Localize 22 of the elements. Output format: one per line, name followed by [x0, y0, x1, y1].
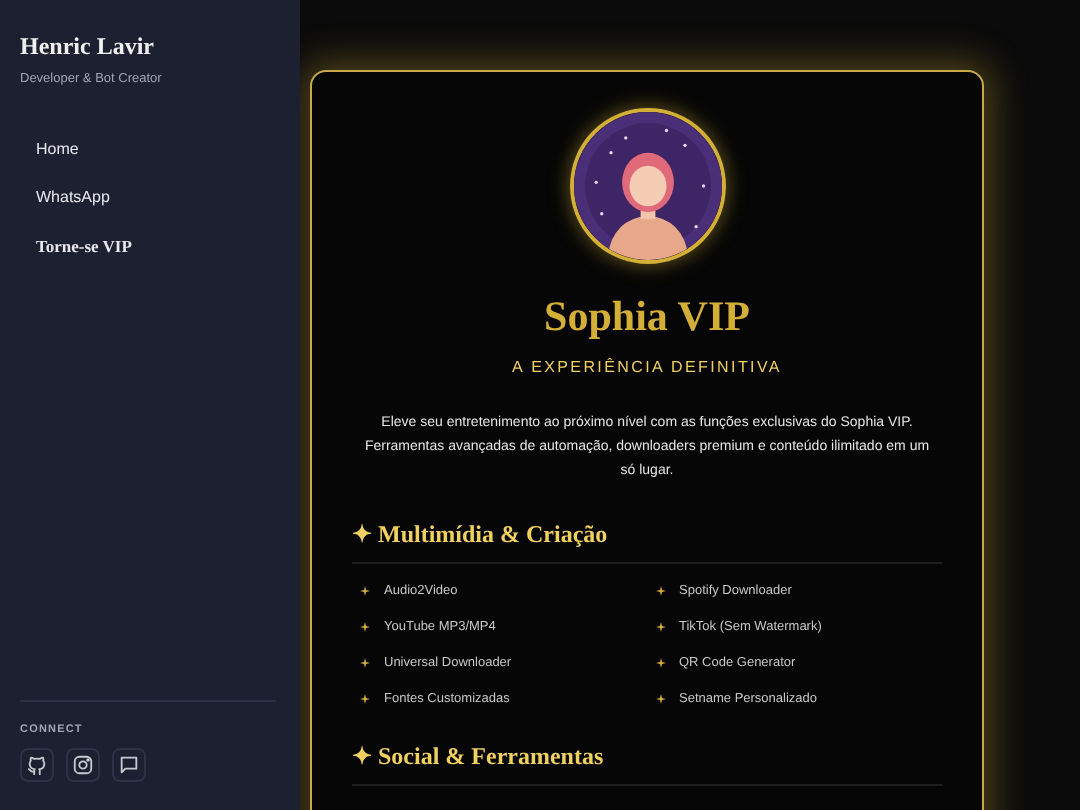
star-icon: [655, 658, 665, 668]
star-icon: [655, 586, 665, 596]
social-button[interactable]: [112, 748, 146, 782]
card-title: Sophia VIP: [544, 292, 750, 342]
star-icon: [360, 622, 370, 632]
social-button[interactable]: [66, 748, 100, 782]
star-icon: [360, 586, 370, 596]
chat-icon: [118, 754, 140, 776]
nav-link[interactable]: Torne-se VIP: [20, 222, 280, 272]
section-heading: ✦ Multimídia & Criação: [352, 520, 942, 564]
star-icon: [655, 622, 665, 632]
section-heading: ✦ Social & Ferramentas: [352, 742, 942, 786]
nav-link[interactable]: Home: [20, 126, 280, 174]
star-icon: [655, 694, 665, 704]
social-button[interactable]: [20, 748, 54, 782]
nav-link[interactable]: WhatsApp: [20, 174, 280, 222]
card-subtitle: A EXPERIÊNCIA DEFINITIVA: [512, 358, 782, 376]
author-name: Henric Lavir: [20, 32, 156, 62]
instagram-icon: [72, 754, 94, 776]
star-icon: [360, 658, 370, 668]
github-icon: [26, 754, 48, 776]
star-icon: [360, 694, 370, 704]
